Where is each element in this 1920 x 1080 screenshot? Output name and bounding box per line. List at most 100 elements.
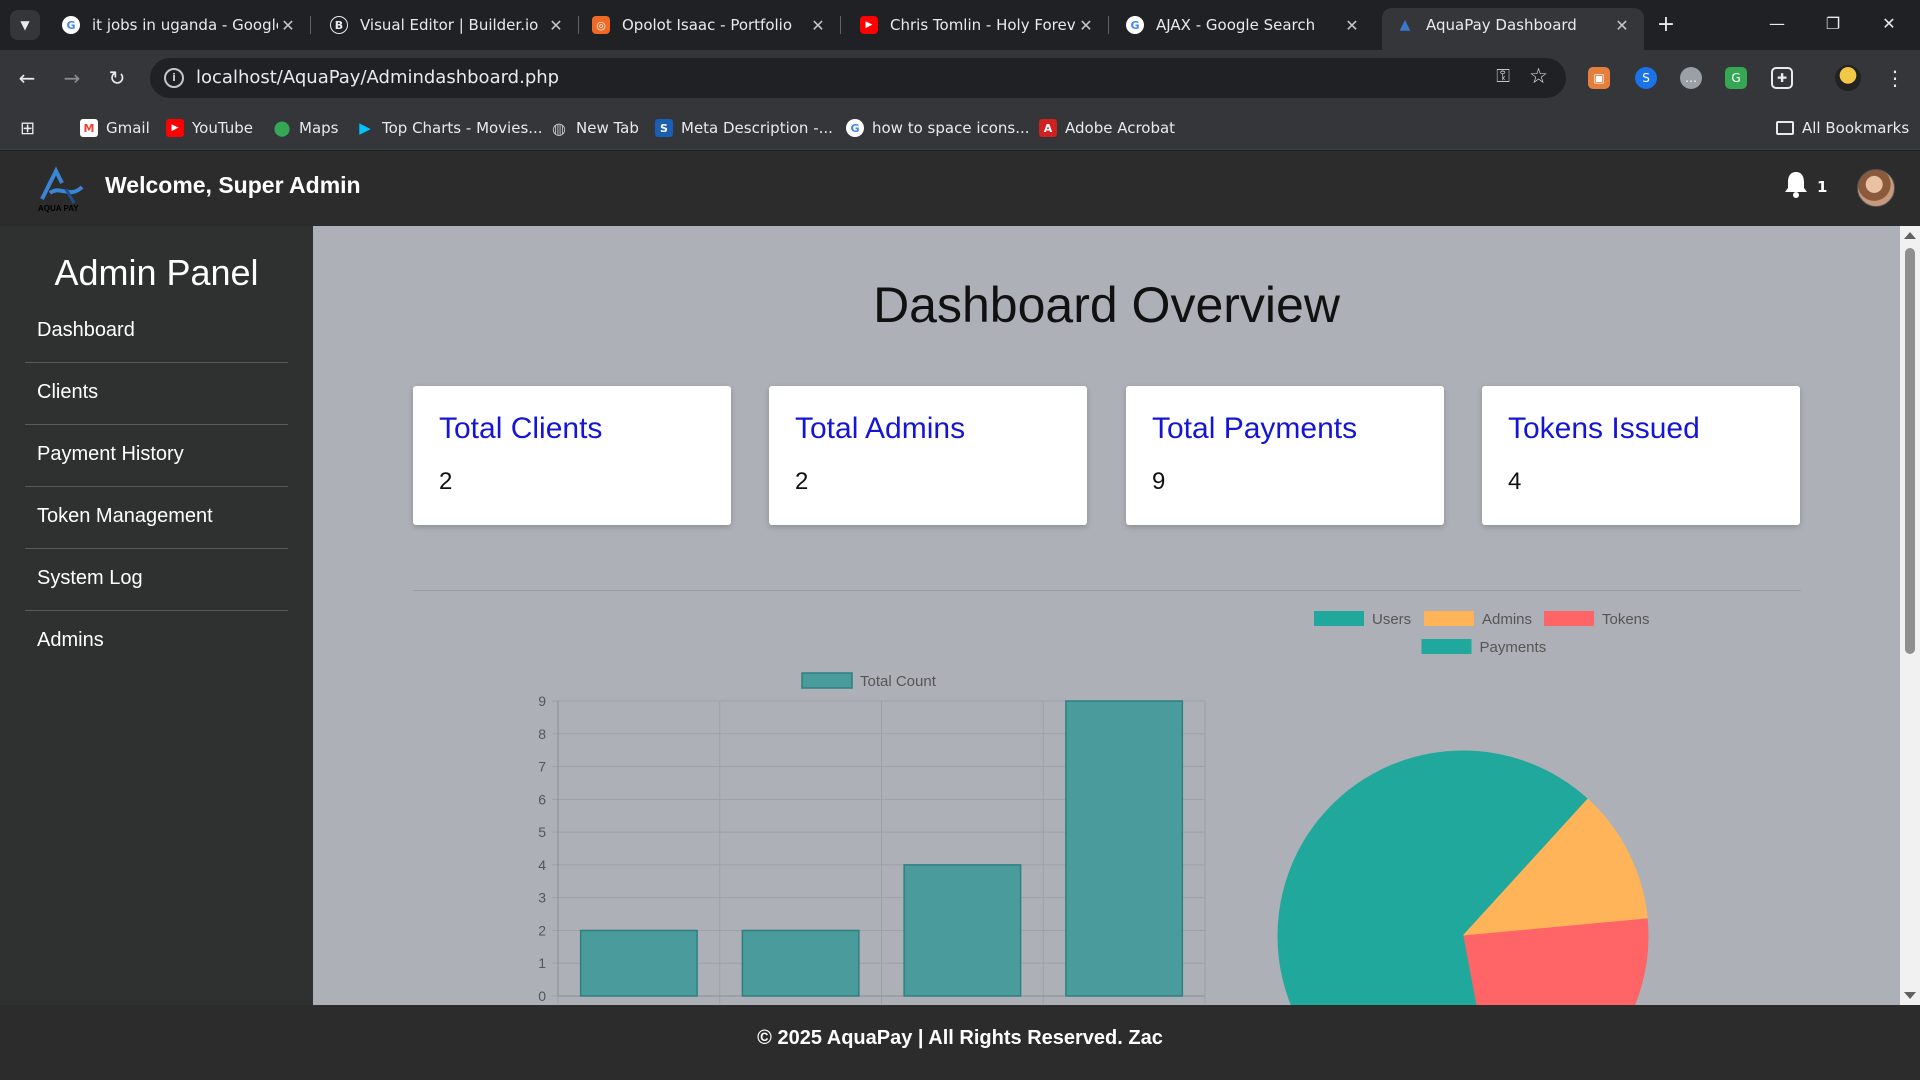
url-text[interactable]: localhost/AquaPay/Admindashboard.php	[196, 67, 559, 88]
sidebar-title: Admin Panel	[54, 252, 259, 293]
builder-icon: B	[330, 16, 348, 34]
close-tab-icon[interactable]: ✕	[1342, 16, 1362, 35]
tab-it-jobs[interactable]: G it jobs in uganda - Google ✕	[48, 8, 311, 42]
welcome-message: Welcome, Super Admin	[105, 172, 361, 198]
sidebar-item-admins[interactable]: Admins	[25, 611, 288, 673]
back-button[interactable]: ←	[12, 63, 42, 93]
site-info-icon[interactable]: i	[164, 68, 184, 88]
y-tick-label: 7	[538, 759, 546, 775]
site-footer: © 2025 AquaPay | All Rights Reserved. Za…	[0, 1005, 1920, 1080]
tab-title: it jobs in uganda - Google	[92, 16, 278, 34]
tab-title: AquaPay Dashboard	[1426, 16, 1577, 34]
aquapay-logo: AQUA PAY	[38, 166, 84, 213]
play-store-icon: ▶	[359, 119, 371, 137]
legend-label-total-count: Total Count	[860, 673, 937, 690]
extension-chat-icon[interactable]: …	[1680, 67, 1702, 89]
restore-button[interactable]: ❐	[1810, 8, 1856, 40]
bookmark-maps[interactable]: ⬤ Maps	[273, 116, 339, 140]
charts-area: 0 1 2 3 4 5 6 7 8 9 Users Admins Tokens Payments Total…	[538, 611, 1650, 1005]
youtube-icon: ▶	[860, 16, 878, 34]
sidebar-item-clients[interactable]: Clients	[25, 363, 288, 425]
user-avatar[interactable]	[1857, 169, 1895, 207]
reload-button[interactable]: ↻	[102, 63, 132, 93]
all-bookmarks-button[interactable]: All Bookmarks	[1776, 116, 1909, 140]
y-tick-label: 6	[538, 791, 546, 807]
logo-text: AQUA PAY	[38, 204, 79, 213]
legend-swatch-tokens	[1544, 611, 1594, 626]
forward-button[interactable]: →	[57, 63, 87, 93]
scrollbar-thumb[interactable]	[1905, 248, 1915, 654]
arrow-right-icon: →	[63, 66, 81, 90]
browser-menu-button[interactable]: ⋮	[1880, 63, 1910, 93]
bookmark-top-charts[interactable]: ▶ Top Charts - Movies...	[356, 116, 543, 140]
minimize-icon: —	[1769, 14, 1785, 33]
bookmark-star-icon[interactable]: ☆	[1529, 64, 1548, 88]
extensions-puzzle-icon[interactable]: ✚	[1771, 67, 1793, 89]
profile-avatar[interactable]	[1835, 65, 1861, 91]
tab-title: Visual Editor | Builder.io	[360, 16, 539, 34]
y-tick-label: 1	[538, 955, 546, 971]
bar-payments	[1065, 700, 1184, 997]
close-tab-icon[interactable]: ✕	[278, 16, 298, 35]
site-header: AQUA PAY Welcome, Super Admin 1	[0, 151, 1920, 226]
scroll-up-arrow-icon[interactable]	[1904, 232, 1916, 239]
bookmark-acrobat[interactable]: A Adobe Acrobat	[1039, 116, 1175, 140]
extension-shazam-icon[interactable]: S	[1635, 67, 1657, 89]
key-icon[interactable]: ⚿	[1496, 66, 1510, 87]
bookmark-meta-description[interactable]: S Meta Description -...	[655, 116, 833, 140]
tab-youtube[interactable]: ▶ Chris Tomlin - Holy Forever ✕	[846, 8, 1109, 42]
close-window-button[interactable]: ✕	[1866, 8, 1912, 40]
apps-button[interactable]: ⊞	[20, 116, 35, 140]
bookmark-label: Meta Description -...	[681, 119, 833, 137]
tab-portfolio[interactable]: ◎ Opolot Isaac - Portfolio ✕	[578, 8, 841, 42]
kebab-menu-icon: ⋮	[1885, 66, 1905, 90]
sidebar-item-payment-history[interactable]: Payment History	[25, 425, 288, 487]
close-tab-icon[interactable]: ✕	[546, 16, 566, 35]
page-scrollbar[interactable]	[1900, 226, 1920, 1005]
tab-search-button[interactable]: ▼	[10, 10, 40, 40]
close-tab-icon[interactable]: ✕	[1076, 16, 1096, 35]
reload-icon: ↻	[108, 66, 126, 90]
notification-bell-icon[interactable]	[1781, 169, 1811, 199]
tab-builder[interactable]: B Visual Editor | Builder.io ✕	[316, 8, 579, 42]
aquapay-icon: ▲	[1399, 17, 1411, 33]
bookmark-new-tab[interactable]: ◍ New Tab	[550, 116, 639, 140]
plus-icon: +	[1656, 12, 1676, 37]
legend-swatch-admins	[1424, 611, 1474, 626]
bookmark-youtube[interactable]: ▶ YouTube	[166, 116, 253, 140]
youtube-icon: ▶	[166, 119, 184, 137]
page: AQUA PAY Welcome, Super Admin 1 Admin Pa…	[0, 151, 1920, 1080]
sidebar-item-dashboard[interactable]: Dashboard	[25, 301, 288, 363]
bookmark-gmail[interactable]: M Gmail	[80, 116, 150, 140]
minimize-button[interactable]: —	[1754, 8, 1800, 40]
tab-ajax[interactable]: G AJAX - Google Search ✕	[1112, 8, 1374, 42]
arrow-left-icon: ←	[18, 66, 36, 90]
extension-photo-icon[interactable]: ▣	[1588, 67, 1610, 89]
google-icon: G	[1126, 16, 1144, 34]
sidebar-item-token-management[interactable]: Token Management	[25, 487, 288, 549]
tab-separator	[1108, 16, 1109, 34]
tab-title: Opolot Isaac - Portfolio	[622, 16, 793, 34]
browser-toolbar: ← → ↻ i localhost/AquaPay/Admindashboard…	[0, 50, 1920, 106]
scroll-down-arrow-icon[interactable]	[1904, 992, 1916, 999]
tab-separator	[310, 16, 311, 34]
new-tab-button[interactable]: +	[1651, 10, 1681, 40]
close-tab-icon[interactable]: ✕	[808, 16, 828, 35]
gmail-icon: M	[80, 119, 98, 137]
tab-aquapay[interactable]: ▲ AquaPay Dashboard ✕	[1382, 8, 1644, 50]
bookmarks-bar: ⊞ M Gmail ▶ YouTube ⬤ Maps ▶ Top Charts …	[0, 106, 1920, 150]
extension-grammar-icon[interactable]: G	[1725, 67, 1747, 89]
y-tick-label: 5	[538, 824, 546, 840]
google-icon: G	[62, 16, 80, 34]
bar-admins	[741, 929, 860, 997]
sidebar-item-system-log[interactable]: System Log	[25, 549, 288, 611]
bookmark-label: New Tab	[576, 119, 639, 137]
acrobat-icon: A	[1039, 119, 1057, 137]
bookmark-label: Top Charts - Movies...	[382, 119, 543, 137]
close-tab-icon[interactable]: ✕	[1612, 16, 1632, 35]
folder-icon	[1776, 121, 1794, 135]
address-bar[interactable]: i localhost/AquaPay/Admindashboard.php ⚿…	[150, 58, 1566, 98]
notification-count: 1	[1817, 178, 1828, 196]
bookmark-space-icons[interactable]: G how to space icons...	[846, 116, 1030, 140]
chevron-down-icon: ▼	[20, 18, 30, 32]
